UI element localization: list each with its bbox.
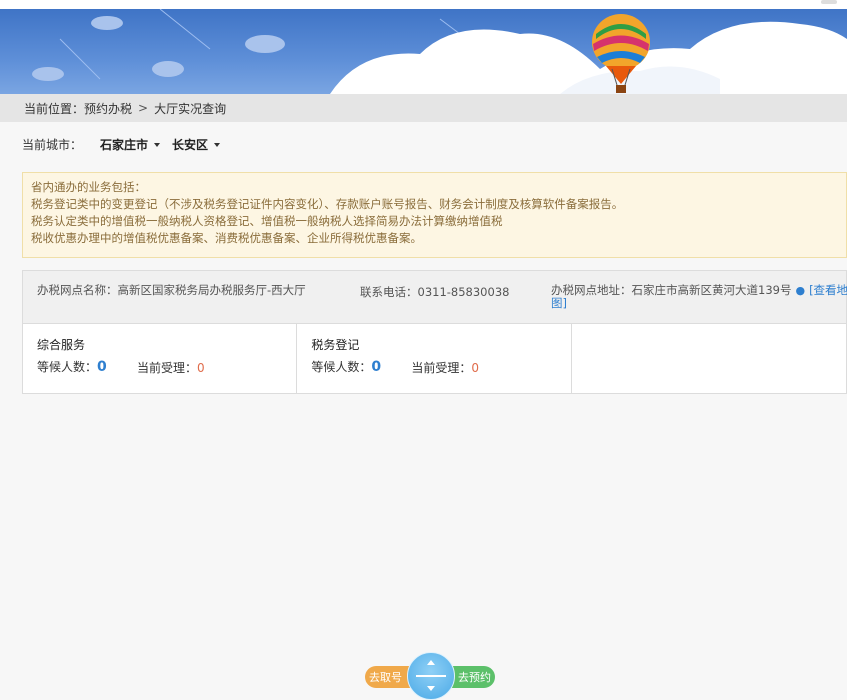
queue-waiting: 等候人数：0 bbox=[37, 358, 107, 375]
breadcrumb-separator: > bbox=[138, 101, 149, 115]
notice-box: 省内通办的业务包括： 税务登记类中的变更登记（不涉及税务登记证件内容变化）、存款… bbox=[22, 172, 847, 258]
waiting-label: 等候人数： bbox=[311, 360, 372, 374]
sky-banner bbox=[0, 9, 847, 94]
city-label: 当前城市： bbox=[22, 138, 83, 152]
bottom-action-bar: 去取号 去预约 bbox=[365, 652, 495, 700]
toggle-button[interactable] bbox=[407, 652, 455, 700]
queue-waiting: 等候人数：0 bbox=[311, 358, 381, 375]
queue-cell-empty bbox=[572, 324, 846, 394]
waiting-count: 0 bbox=[371, 359, 382, 375]
current-label: 当前受理： bbox=[411, 361, 472, 375]
map-pin-icon: ● bbox=[795, 284, 806, 297]
office-address-block: 办税网点地址：石家庄市高新区黄河大道139号 ● [查看地图] bbox=[551, 284, 847, 310]
notice-line: 税务认定类中的增值税一般纳税人资格登记、增值税一般纳税人选择简易办法计算缴纳增值… bbox=[31, 214, 503, 228]
office-header: 办税网点名称：高新区国家税务局办税服务厅-西大厅 联系电话：0311-85830… bbox=[23, 271, 847, 324]
office-panel: 办税网点名称：高新区国家税务局办税服务厅-西大厅 联系电话：0311-85830… bbox=[22, 270, 847, 394]
notice-line: 省内通办的业务包括： bbox=[31, 180, 146, 194]
city-dropdown[interactable]: 石家庄市 bbox=[100, 136, 161, 153]
breadcrumb-prefix[interactable]: 当前位置：预约办税 bbox=[24, 100, 132, 117]
current-number: 0 bbox=[197, 361, 205, 375]
notice-line: 税收优惠办理中的增值税优惠备案、消费税优惠备案、企业所得税优惠备案。 bbox=[31, 231, 422, 245]
queue-cell: 综合服务 等候人数：0 当前受理：0 bbox=[23, 324, 298, 394]
waiting-label: 等候人数： bbox=[37, 360, 98, 374]
office-name: 办税网点名称：高新区国家税务局办税服务厅-西大厅 bbox=[37, 283, 306, 297]
arrow-down-icon bbox=[427, 686, 435, 691]
queue-current: 当前受理：0 bbox=[137, 359, 205, 376]
district-dropdown[interactable]: 长安区 bbox=[172, 136, 221, 153]
queue-cell: 税务登记 等候人数：0 当前受理：0 bbox=[297, 324, 572, 394]
queue-cells: 综合服务 等候人数：0 当前受理：0 税务登记 等候人数：0 当前受理：0 bbox=[23, 324, 846, 394]
caret-down-icon bbox=[154, 142, 161, 147]
caret-down-icon bbox=[214, 142, 221, 147]
current-label: 当前受理： bbox=[137, 361, 198, 375]
dash-icon bbox=[416, 675, 446, 677]
breadcrumb: 当前位置：预约办税 > 大厅实况查询 bbox=[0, 94, 847, 122]
waiting-count: 0 bbox=[97, 359, 107, 375]
queue-title: 综合服务 bbox=[37, 338, 86, 352]
city-value: 石家庄市 bbox=[100, 138, 149, 152]
banner-illustration bbox=[32, 9, 847, 94]
current-number: 0 bbox=[471, 361, 479, 375]
top-edge bbox=[0, 0, 847, 9]
office-address: 办税网点地址：石家庄市高新区黄河大道139号 bbox=[551, 283, 792, 297]
queue-title: 税务登记 bbox=[311, 338, 360, 352]
breadcrumb-current: 大厅实况查询 bbox=[154, 101, 227, 116]
notice-line: 税务登记类中的变更登记（不涉及税务登记证件内容变化）、存款账户账号报告、财务会计… bbox=[31, 197, 624, 211]
scroll-indicator[interactable] bbox=[821, 0, 837, 4]
queue-current: 当前受理：0 bbox=[411, 359, 479, 376]
office-phone: 联系电话：0311-85830038 bbox=[360, 285, 510, 299]
city-selector-row: 当前城市： 石家庄市 长安区 bbox=[22, 136, 232, 153]
arrow-up-icon bbox=[427, 660, 435, 665]
district-value: 长安区 bbox=[172, 138, 209, 152]
